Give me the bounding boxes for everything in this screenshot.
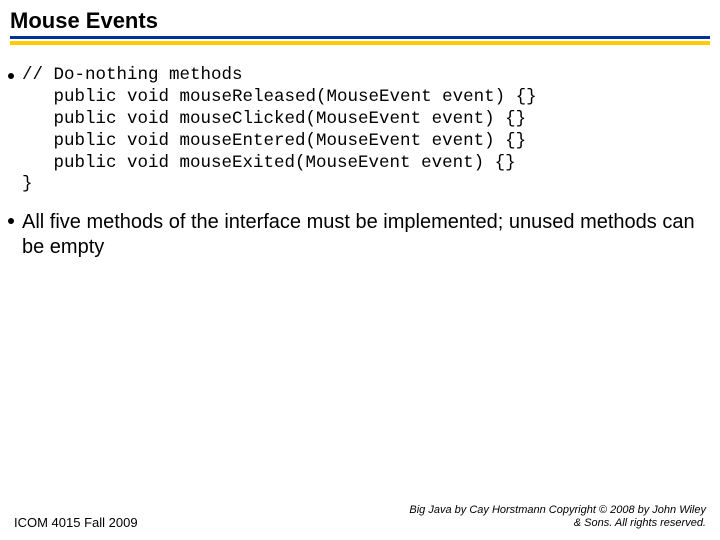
- bullet-dot-icon: [8, 218, 14, 224]
- title-underline: [10, 36, 710, 45]
- rule-yellow: [10, 41, 710, 45]
- bullet-item-text: All five methods of the interface must b…: [8, 210, 712, 260]
- slide-title: Mouse Events: [10, 8, 710, 34]
- footer: ICOM 4015 Fall 2009 Big Java by Cay Hors…: [0, 504, 720, 530]
- title-region: Mouse Events: [0, 0, 720, 49]
- footer-right: Big Java by Cay Horstmann Copyright © 20…: [406, 504, 706, 530]
- footer-left: ICOM 4015 Fall 2009: [14, 515, 138, 530]
- body-text: All five methods of the interface must b…: [22, 210, 712, 260]
- bullet-dot-icon: [8, 73, 14, 79]
- content-area: // Do-nothing methods public void mouseR…: [0, 49, 720, 260]
- bullet-item-code: // Do-nothing methods public void mouseR…: [8, 65, 712, 196]
- code-block: // Do-nothing methods public void mouseR…: [22, 65, 537, 196]
